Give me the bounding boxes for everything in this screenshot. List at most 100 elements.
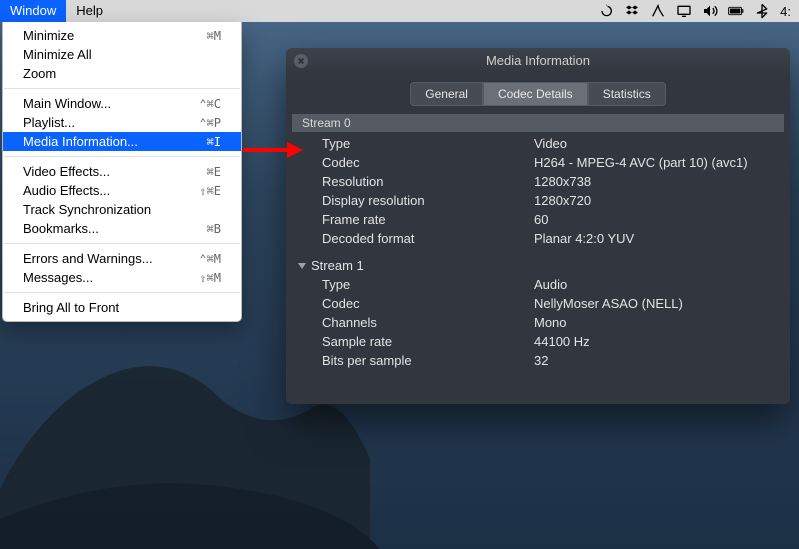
desktop: Window Help 4: Minimize⌘M Minimize All Zoo…: [0, 0, 799, 549]
property-row: CodecH264 - MPEG-4 AVC (part 10) (avc1): [292, 153, 784, 172]
menu-item-label: Minimize: [23, 28, 207, 43]
property-value: 60: [534, 212, 784, 227]
menu-item-shortcut: ⇧⌘E: [199, 184, 221, 198]
property-key: Display resolution: [292, 193, 534, 208]
menubar: Window Help 4:: [0, 0, 799, 22]
stream-properties: TypeVideoCodecH264 - MPEG-4 AVC (part 10…: [286, 132, 790, 254]
property-value: H264 - MPEG-4 AVC (part 10) (avc1): [534, 155, 784, 170]
property-value: 1280x720: [534, 193, 784, 208]
menu-item-shortcut: ⌃⌘M: [199, 252, 221, 266]
menu-item-errors-and-warnings[interactable]: Errors and Warnings...⌃⌘M: [3, 249, 241, 268]
menu-item-bookmarks[interactable]: Bookmarks...⌘B: [3, 219, 241, 238]
stream-properties: TypeAudioCodecNellyMoser ASAO (NELL)Chan…: [286, 273, 790, 376]
menubar-item-window[interactable]: Window: [0, 0, 66, 22]
menu-item-media-information[interactable]: Media Information...⌘I: [3, 132, 241, 151]
menu-item-zoom[interactable]: Zoom: [3, 64, 241, 83]
property-key: Type: [292, 136, 534, 151]
menu-item-label: Video Effects...: [23, 164, 207, 179]
property-row: CodecNellyMoser ASAO (NELL): [292, 294, 784, 313]
property-key: Resolution: [292, 174, 534, 189]
property-value: Video: [534, 136, 784, 151]
tab-codec-details[interactable]: Codec Details: [483, 82, 588, 106]
menubar-item-help[interactable]: Help: [66, 0, 113, 22]
window-menu-dropdown: Minimize⌘M Minimize All Zoom Main Window...…: [2, 22, 242, 322]
menu-item-video-effects[interactable]: Video Effects...⌘E: [3, 162, 241, 181]
menubar-clock[interactable]: 4:: [780, 4, 791, 19]
menu-item-label: Media Information...: [23, 134, 207, 149]
menu-item-label: Playlist...: [23, 115, 199, 130]
sync-icon[interactable]: [598, 3, 614, 19]
menu-item-label: Minimize All: [23, 47, 221, 62]
menu-item-minimize-all[interactable]: Minimize All: [3, 45, 241, 64]
property-value: Mono: [534, 315, 784, 330]
menu-item-label: Audio Effects...: [23, 183, 199, 198]
stream-header[interactable]: Stream 1: [286, 254, 790, 273]
property-key: Type: [292, 277, 534, 292]
menu-item-label: Bring All to Front: [23, 300, 221, 315]
property-value: Audio: [534, 277, 784, 292]
disclosure-triangle-icon[interactable]: [298, 263, 306, 269]
menu-item-audio-effects[interactable]: Audio Effects...⇧⌘E: [3, 181, 241, 200]
menu-item-shortcut: ⌘E: [207, 165, 221, 179]
bluetooth-icon[interactable]: [754, 3, 770, 19]
menu-separator: [4, 292, 240, 293]
menu-item-messages[interactable]: Messages...⇧⌘M: [3, 268, 241, 287]
stream-header[interactable]: Stream 0: [292, 114, 784, 132]
property-row: TypeAudio: [292, 275, 784, 294]
menu-separator: [4, 156, 240, 157]
menu-item-shortcut: ⇧⌘M: [199, 271, 221, 285]
property-key: Frame rate: [292, 212, 534, 227]
menu-item-label: Bookmarks...: [23, 221, 207, 236]
menu-item-label: Errors and Warnings...: [23, 251, 199, 266]
menu-item-shortcut: ⌃⌘P: [199, 116, 221, 130]
property-key: Codec: [292, 296, 534, 311]
property-row: Decoded formatPlanar 4:2:0 YUV: [292, 229, 784, 248]
media-information-window: Media Information GeneralCodec DetailsSt…: [286, 48, 790, 404]
menu-separator: [4, 88, 240, 89]
property-row: ChannelsMono: [292, 313, 784, 332]
menu-item-bring-all-to-front[interactable]: Bring All to Front: [3, 298, 241, 317]
volume-icon[interactable]: [702, 3, 718, 19]
menu-item-label: Messages...: [23, 270, 199, 285]
stream-name: Stream 1: [311, 258, 364, 273]
close-button[interactable]: [294, 54, 308, 68]
tab-general[interactable]: General: [410, 82, 483, 106]
window-title: Media Information: [486, 53, 590, 68]
close-icon: [297, 57, 305, 65]
property-key: Channels: [292, 315, 534, 330]
battery-icon[interactable]: [728, 3, 744, 19]
property-value: 1280x738: [534, 174, 784, 189]
menu-item-shortcut: ⌘B: [207, 222, 221, 236]
menu-item-shortcut: ⌃⌘C: [199, 97, 221, 111]
window-titlebar[interactable]: Media Information: [286, 48, 790, 74]
menu-item-minimize[interactable]: Minimize⌘M: [3, 26, 241, 45]
property-row: Resolution1280x738: [292, 172, 784, 191]
property-value: Planar 4:2:0 YUV: [534, 231, 784, 246]
menu-item-playlist[interactable]: Playlist...⌃⌘P: [3, 113, 241, 132]
dropbox-icon[interactable]: [624, 3, 640, 19]
agent-icon[interactable]: [650, 3, 666, 19]
menubar-tray: 4:: [590, 3, 799, 19]
property-key: Codec: [292, 155, 534, 170]
menu-item-track-synchronization[interactable]: Track Synchronization: [3, 200, 241, 219]
property-row: Frame rate60: [292, 210, 784, 229]
menu-item-label: Main Window...: [23, 96, 199, 111]
menu-item-label: Track Synchronization: [23, 202, 221, 217]
property-row: Sample rate44100 Hz: [292, 332, 784, 351]
property-value: 32: [534, 353, 784, 368]
property-key: Decoded format: [292, 231, 534, 246]
property-row: TypeVideo: [292, 134, 784, 153]
tab-statistics[interactable]: Statistics: [588, 82, 666, 106]
menu-item-shortcut: ⌘M: [207, 29, 221, 43]
property-row: Bits per sample32: [292, 351, 784, 370]
menu-separator: [4, 243, 240, 244]
menu-item-main-window[interactable]: Main Window...⌃⌘C: [3, 94, 241, 113]
property-row: Display resolution1280x720: [292, 191, 784, 210]
tabbar: GeneralCodec DetailsStatistics: [286, 82, 790, 106]
annotation-arrow: [243, 145, 303, 157]
menu-item-label: Zoom: [23, 66, 221, 81]
property-value: 44100 Hz: [534, 334, 784, 349]
display-icon[interactable]: [676, 3, 692, 19]
property-value: NellyMoser ASAO (NELL): [534, 296, 784, 311]
property-key: Sample rate: [292, 334, 534, 349]
